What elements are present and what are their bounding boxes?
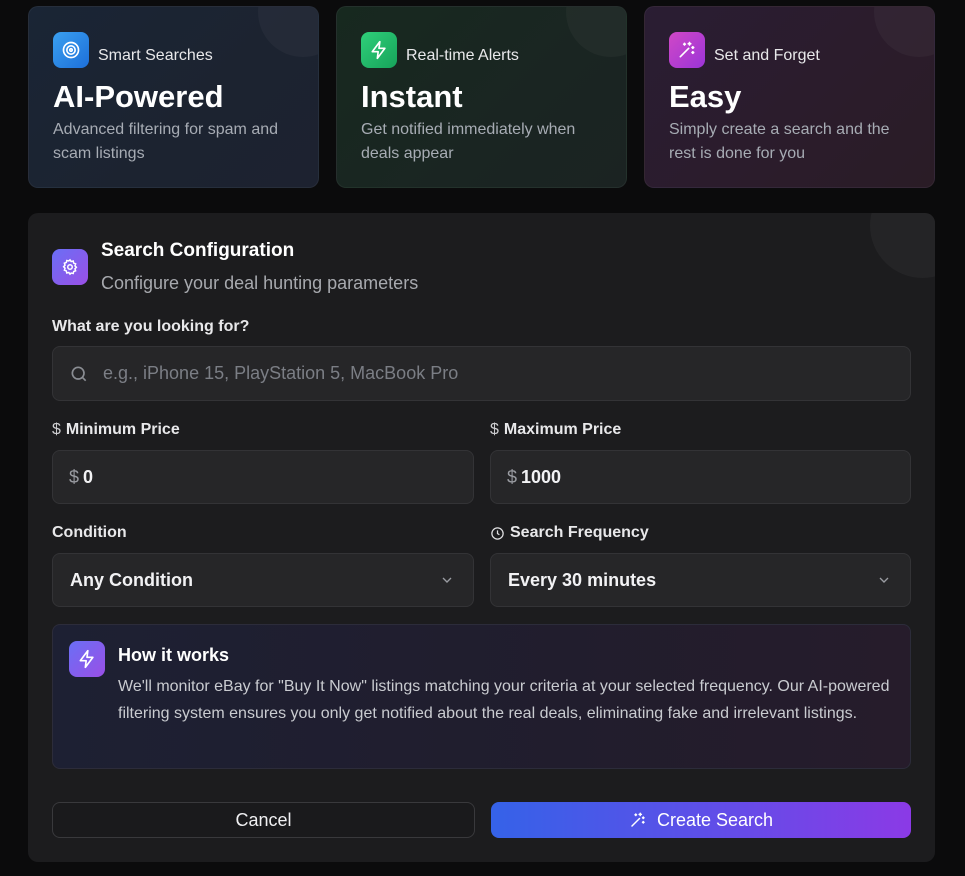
query-label: What are you looking for?: [52, 318, 249, 336]
frequency-select[interactable]: Every 30 minutes: [490, 553, 911, 607]
how-it-works-box: How it works We'll monitor eBay for "Buy…: [52, 624, 911, 769]
feature-description: Get notified immediately when deals appe…: [361, 121, 576, 162]
min-price-label: $ Minimum Price: [52, 421, 180, 439]
how-it-works-text: We'll monitor eBay for "Buy It Now" list…: [118, 678, 890, 722]
max-price-field[interactable]: $ 1000: [490, 450, 911, 504]
condition-label: Condition: [52, 524, 127, 542]
create-search-button-label: Create Search: [656, 809, 774, 830]
feature-description: Simply create a search and the rest is d…: [669, 121, 890, 162]
decorative-circle: [566, 7, 626, 57]
feature-tag: Set and Forget: [714, 47, 820, 64]
feature-card-realtime-alerts: Real-time Alerts Instant Get notified im…: [336, 6, 627, 188]
feature-card-smart-searches: Smart Searches AI-Powered Advanced filte…: [28, 6, 319, 188]
clock-icon: [490, 526, 505, 541]
bolt-icon: [69, 641, 105, 677]
create-search-button[interactable]: Create Search: [491, 802, 911, 838]
frequency-label: Search Frequency: [490, 524, 649, 542]
target-icon: [53, 32, 89, 68]
bolt-icon: [361, 32, 397, 68]
decorative-circle: [870, 213, 935, 278]
panel-title: Search Configuration: [101, 240, 295, 261]
query-label-text: What are you looking for?: [52, 318, 250, 335]
chevron-down-icon: [876, 572, 892, 588]
search-icon: [69, 364, 89, 384]
frequency-label-text: Search Frequency: [510, 524, 649, 541]
max-price-label-text: Maximum Price: [503, 421, 622, 438]
dollar-icon: $: [490, 421, 499, 438]
chevron-down-icon: [439, 572, 455, 588]
feature-card-set-and-forget: Set and Forget Easy Simply create a sear…: [644, 6, 935, 188]
min-price-field[interactable]: $ 0: [52, 450, 474, 504]
feature-description: Advanced filtering for spam and scam lis…: [53, 121, 279, 162]
search-placeholder: e.g., iPhone 15, PlayStation 5, MacBook …: [103, 363, 459, 383]
currency-prefix: $: [69, 466, 80, 487]
feature-title: Easy: [669, 79, 742, 114]
max-price-value: 1000: [521, 466, 562, 487]
feature-title: AI-Powered: [53, 79, 224, 114]
condition-value: Any Condition: [70, 569, 193, 590]
condition-label-text: Condition: [52, 524, 127, 541]
feature-title: Instant: [361, 79, 463, 114]
feature-tag: Smart Searches: [98, 47, 213, 64]
search-configuration-panel: Search Configuration Configure your deal…: [28, 213, 935, 862]
sparkles-icon: [629, 811, 647, 829]
cancel-button[interactable]: Cancel: [52, 802, 475, 838]
decorative-circle: [258, 7, 318, 57]
min-price-value: 0: [83, 466, 94, 487]
max-price-label: $ Maximum Price: [490, 421, 621, 439]
gear-icon: [52, 249, 88, 285]
currency-prefix: $: [507, 466, 518, 487]
panel-subtitle: Configure your deal hunting parameters: [101, 273, 419, 293]
condition-select[interactable]: Any Condition: [52, 553, 474, 607]
sparkles-icon: [669, 32, 705, 68]
decorative-circle: [874, 7, 934, 57]
dollar-icon: $: [52, 421, 61, 438]
search-input[interactable]: e.g., iPhone 15, PlayStation 5, MacBook …: [52, 346, 911, 401]
cancel-button-label: Cancel: [235, 809, 292, 830]
min-price-label-text: Minimum Price: [65, 421, 180, 438]
feature-tag: Real-time Alerts: [406, 47, 519, 64]
frequency-value: Every 30 minutes: [508, 569, 657, 590]
how-it-works-title: How it works: [118, 645, 230, 665]
